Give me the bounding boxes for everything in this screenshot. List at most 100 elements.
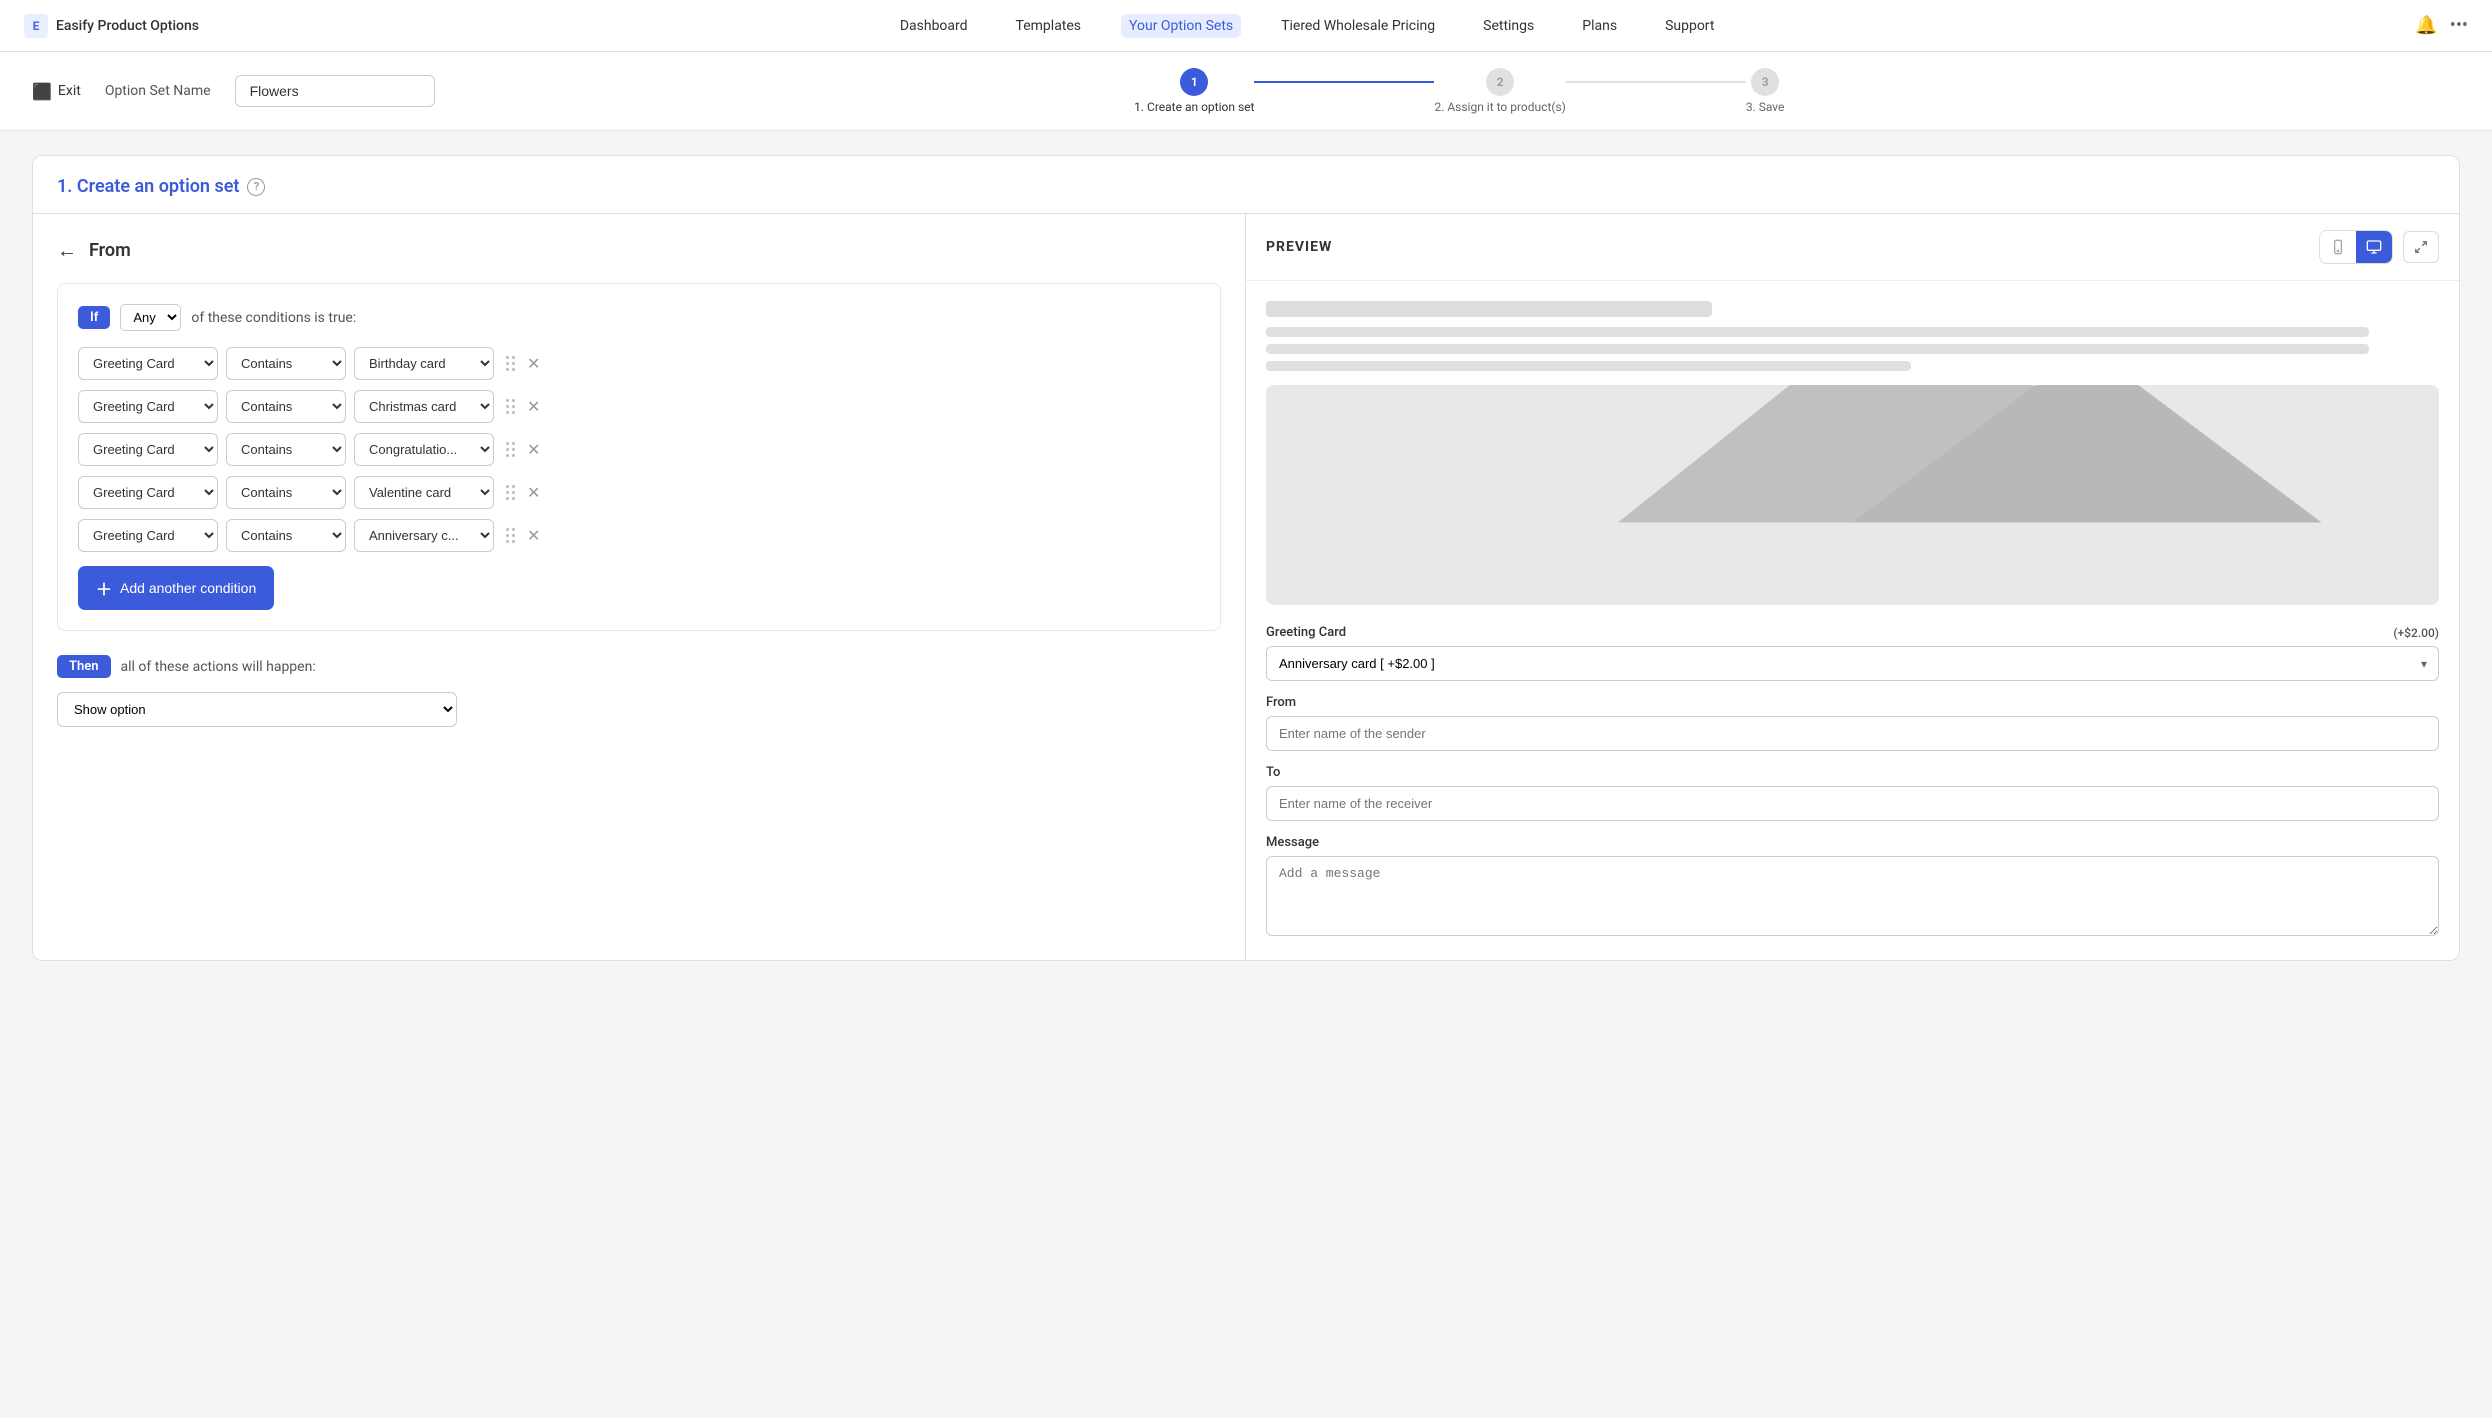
step-2-circle: 2: [1486, 68, 1514, 96]
section-title: 1. Create an option set ?: [33, 156, 2459, 213]
skeleton-line-3: [1266, 361, 1911, 371]
price-badge: (+$2.00): [2393, 626, 2439, 640]
view-toggle: [2319, 230, 2393, 264]
greeting-card-label-row: Greeting Card (+$2.00): [1266, 625, 2439, 640]
panel-header: ← From: [57, 238, 1221, 263]
condition-type-select-2[interactable]: Greeting Card: [78, 390, 218, 423]
nav-settings[interactable]: Settings: [1475, 14, 1542, 38]
drag-handle-2[interactable]: [506, 399, 515, 414]
main-nav: Dashboard Templates Your Option Sets Tie…: [892, 14, 1723, 38]
step-1: 1 1. Create an option set: [1134, 68, 1254, 114]
condition-text: of these conditions is true:: [191, 310, 356, 326]
add-condition-button[interactable]: ＋ Add another condition: [78, 566, 274, 610]
nav-dashboard[interactable]: Dashboard: [892, 14, 976, 38]
step-2-label: 2. Assign it to product(s): [1434, 100, 1565, 114]
plus-icon: ＋: [96, 576, 112, 600]
condition-header: If Any of these conditions is true:: [78, 304, 1200, 331]
condition-type-select-1[interactable]: Greeting Card: [78, 347, 218, 380]
option-set-name-input[interactable]: [235, 75, 435, 107]
notification-icon[interactable]: 🔔: [2415, 15, 2437, 36]
nav-support[interactable]: Support: [1657, 14, 1722, 38]
remove-condition-2[interactable]: ✕: [523, 395, 544, 418]
step-2: 2 2. Assign it to product(s): [1434, 68, 1565, 114]
from-input[interactable]: [1266, 716, 2439, 751]
nav-templates[interactable]: Templates: [1008, 14, 1090, 38]
step-line-1-2: [1254, 81, 1434, 83]
progress-steps: 1 1. Create an option set 2 2. Assign it…: [459, 68, 2460, 114]
app-name: Easify Product Options: [56, 18, 199, 34]
to-field: To: [1266, 765, 2439, 821]
help-icon[interactable]: ?: [247, 178, 265, 196]
step-3-circle: 3: [1751, 68, 1779, 96]
exit-label: Exit: [58, 83, 81, 99]
condition-op-select-4[interactable]: Contains: [226, 476, 346, 509]
table-row: Greeting Card Contains Anniversary c...: [78, 519, 1200, 552]
drag-handle-5[interactable]: [506, 528, 515, 543]
condition-box: If Any of these conditions is true: Gree…: [57, 283, 1221, 631]
exit-button[interactable]: ⬛ Exit: [32, 82, 81, 101]
right-panel: PREVIEW: [1246, 214, 2459, 960]
back-arrow-icon[interactable]: ←: [57, 238, 77, 263]
table-row: Greeting Card Contains Birthday card: [78, 347, 1200, 380]
drag-handle-3[interactable]: [506, 442, 515, 457]
any-select[interactable]: Any: [120, 304, 181, 331]
drag-handle-4[interactable]: [506, 485, 515, 500]
condition-type-select-3[interactable]: Greeting Card: [78, 433, 218, 466]
table-row: Greeting Card Contains Valentine card: [78, 476, 1200, 509]
condition-val-select-5[interactable]: Anniversary c...: [354, 519, 494, 552]
message-label: Message: [1266, 835, 2439, 850]
drag-handle-1[interactable]: [506, 356, 515, 371]
condition-op-select-2[interactable]: Contains: [226, 390, 346, 423]
condition-op-select-5[interactable]: Contains: [226, 519, 346, 552]
product-image-placeholder: [1266, 385, 2439, 605]
condition-val-select-2[interactable]: Christmas card: [354, 390, 494, 423]
condition-op-select-1[interactable]: Contains: [226, 347, 346, 380]
nav-your-option-sets[interactable]: Your Option Sets: [1121, 14, 1241, 38]
main-content: 1. Create an option set ? ← From If Any: [0, 131, 2492, 985]
skeleton-title: [1266, 301, 1712, 317]
app-icon: E: [24, 14, 48, 38]
condition-val-select-4[interactable]: Valentine card: [354, 476, 494, 509]
mobile-view-button[interactable]: [2320, 231, 2356, 263]
action-select[interactable]: Show option Hide option: [57, 692, 457, 727]
then-badge: Then: [57, 655, 111, 678]
from-label: From: [1266, 695, 2439, 710]
preview-content: Greeting Card (+$2.00) Anniversary card …: [1246, 281, 2459, 960]
to-input[interactable]: [1266, 786, 2439, 821]
panel-title: From: [89, 240, 131, 261]
condition-type-select-5[interactable]: Greeting Card: [78, 519, 218, 552]
condition-val-select-1[interactable]: Birthday card: [354, 347, 494, 380]
remove-condition-5[interactable]: ✕: [523, 524, 544, 547]
message-textarea[interactable]: [1266, 856, 2439, 936]
remove-condition-1[interactable]: ✕: [523, 352, 544, 375]
expand-button[interactable]: [2403, 231, 2439, 263]
section-card: 1. Create an option set ? ← From If Any: [32, 155, 2460, 961]
nav-plans[interactable]: Plans: [1574, 14, 1625, 38]
step-3: 3 3. Save: [1746, 68, 1785, 114]
exit-icon: ⬛: [32, 82, 52, 101]
then-section: Then all of these actions will happen: S…: [57, 655, 1221, 727]
step-line-2-3: [1566, 81, 1746, 83]
from-field: From: [1266, 695, 2439, 751]
preview-header: PREVIEW: [1246, 214, 2459, 281]
left-panel: ← From If Any of these conditions is tru…: [33, 214, 1246, 960]
add-condition-label: Add another condition: [120, 580, 256, 596]
remove-condition-4[interactable]: ✕: [523, 481, 544, 504]
nav-tiered-wholesale[interactable]: Tiered Wholesale Pricing: [1273, 14, 1443, 38]
top-bar-right: 🔔 •••: [2415, 15, 2468, 36]
table-row: Greeting Card Contains Christmas card: [78, 390, 1200, 423]
app-branding: E Easify Product Options: [24, 14, 199, 38]
condition-val-select-3[interactable]: Congratulatio...: [354, 433, 494, 466]
preview-title: PREVIEW: [1266, 239, 1332, 255]
remove-condition-3[interactable]: ✕: [523, 438, 544, 461]
table-row: Greeting Card Contains Congratulatio...: [78, 433, 1200, 466]
greeting-card-select-wrapper: Anniversary card [ +$2.00 ] Birthday car…: [1266, 646, 2439, 681]
message-field: Message: [1266, 835, 2439, 940]
condition-op-select-3[interactable]: Contains: [226, 433, 346, 466]
step-1-label: 1. Create an option set: [1134, 100, 1254, 114]
option-set-label: Option Set Name: [105, 83, 211, 99]
desktop-view-button[interactable]: [2356, 231, 2392, 263]
more-options-icon[interactable]: •••: [2450, 15, 2468, 36]
greeting-card-select[interactable]: Anniversary card [ +$2.00 ] Birthday car…: [1266, 646, 2439, 681]
condition-type-select-4[interactable]: Greeting Card: [78, 476, 218, 509]
